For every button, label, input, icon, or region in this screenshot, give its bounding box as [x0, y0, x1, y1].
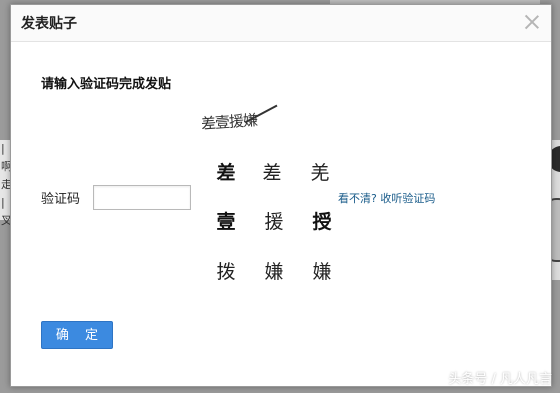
captcha-char[interactable]: 羌 [305, 158, 335, 188]
captcha-char[interactable]: 嫌 [259, 257, 289, 287]
captcha-instruction: 请输入验证码完成发贴 [41, 77, 172, 92]
post-dialog: 发表贴子 请输入验证码完成发贴 验证码 差壹援嫌 差 差 羌 壹 援 授 拨 嫌… [10, 4, 552, 387]
watermark: 头条号 / 凡人凡言 [448, 372, 552, 387]
captcha-char[interactable]: 壹 [211, 207, 241, 237]
captcha-label: 验证码 [41, 192, 81, 207]
captcha-hint-text: 差壹援嫌 [200, 111, 258, 133]
captcha-char[interactable]: 嫌 [307, 257, 337, 287]
refresh-captcha-link[interactable]: 看不清? 收听验证码 [338, 190, 435, 206]
confirm-button[interactable]: 确 定 [41, 321, 113, 349]
captcha-char[interactable]: 差 [211, 158, 241, 188]
captcha-char[interactable]: 援 [259, 207, 289, 237]
dialog-header: 发表贴子 [11, 5, 551, 42]
captcha-char[interactable]: 差 [257, 158, 287, 188]
captcha-char[interactable]: 拨 [211, 257, 241, 287]
captcha-image: 差壹援嫌 差 差 羌 壹 援 授 拨 嫌 嫌 [197, 104, 337, 283]
close-icon[interactable] [523, 13, 541, 31]
captcha-input[interactable] [93, 185, 191, 210]
captcha-char[interactable]: 授 [307, 207, 337, 237]
dialog-title: 发表贴子 [21, 16, 77, 32]
